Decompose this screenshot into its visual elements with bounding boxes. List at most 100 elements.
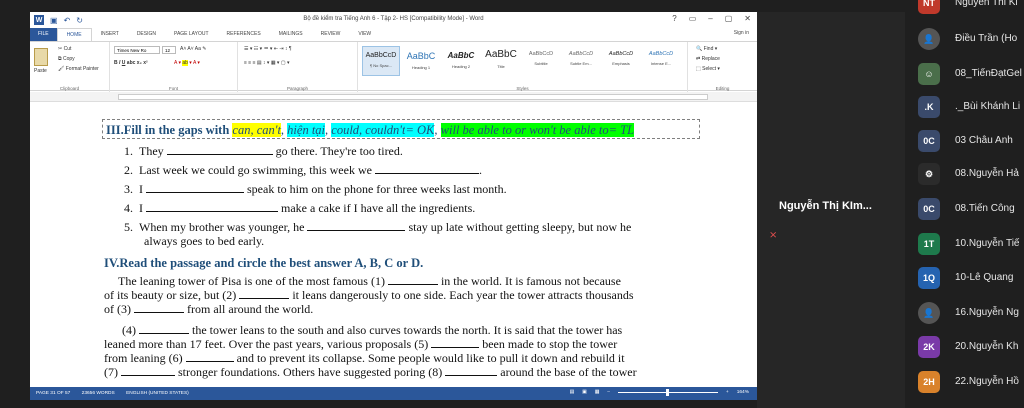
participant-item[interactable]: NT Nguyen Thi Ki — [905, 0, 1024, 20]
participant-item[interactable]: 👤 16.Nguyễn Ng — [905, 294, 1024, 330]
replace-button[interactable]: ⇄ Replace — [696, 56, 720, 62]
minimize-icon[interactable]: – — [708, 14, 712, 23]
participant-name: 20.Nguyễn Kh — [955, 341, 1019, 352]
speaker-tile[interactable]: Nguyễn Thị KIm... ⨯ — [757, 12, 905, 408]
participant-item[interactable]: ⚙ 08.Nguyễn Hả — [905, 155, 1024, 191]
answer-blank[interactable] — [185, 352, 234, 362]
participant-avatar: 2H — [918, 371, 940, 393]
answer-blank[interactable] — [166, 145, 273, 155]
participant-item[interactable]: 👤 Điều Trần (Ho — [905, 20, 1024, 56]
participant-name: 03 Châu Anh — [955, 135, 1013, 146]
exercise-item-3: 3. I speak to him on the phone for three… — [124, 182, 507, 196]
copy-button[interactable]: ⧉ Copy — [58, 56, 75, 62]
document-area[interactable]: III.Fill in the gaps with can, can't, hi… — [30, 103, 757, 387]
highlight-ok: OK — [417, 123, 435, 137]
participant-item[interactable]: 1T 10.Nguyễn Tiế — [905, 225, 1024, 261]
section-4-heading: IV.Read the passage and circle the best … — [104, 256, 424, 270]
paste-button[interactable]: Paste — [34, 68, 47, 74]
participant-avatar: ⚙ — [918, 163, 940, 185]
read-mode-icon[interactable]: ▤ — [570, 390, 575, 395]
web-layout-icon[interactable]: ▦ — [595, 390, 600, 395]
help-icon[interactable]: ? — [672, 14, 676, 23]
participant-avatar: ☺ — [918, 63, 940, 85]
style-subtitle[interactable]: AaBbCcD Subtitle — [522, 46, 560, 76]
print-layout-icon[interactable]: ▣ — [582, 390, 587, 395]
find-button[interactable]: 🔍 Find ▾ — [696, 46, 717, 52]
horizontal-ruler[interactable] — [30, 92, 757, 102]
answer-blank[interactable] — [307, 221, 406, 231]
tab-page-layout[interactable]: PAGE LAYOUT — [165, 28, 218, 41]
window-controls: ? ▭ – ▢ ✕ — [672, 14, 751, 23]
answer-blank[interactable] — [239, 289, 290, 299]
language[interactable]: ENGLISH (UNITED STATES) — [126, 391, 189, 396]
alignment-buttons[interactable]: ≡ ≡ ≡ ▤ ↕ ▾ ▦ ▾ ▢ ▾ — [244, 60, 289, 66]
participant-avatar: 👤 — [918, 28, 940, 50]
word-count[interactable]: 23656 WORDS — [82, 391, 115, 396]
font-name-select[interactable]: Times New Ro — [114, 46, 160, 54]
editing-group: 🔍 Find ▾ ⇄ Replace ⬚ Select ▾ Editing — [688, 42, 757, 92]
zoom-level[interactable]: 164% — [737, 390, 749, 395]
tab-file[interactable]: FILE — [30, 28, 57, 41]
participant-item[interactable]: 2H 22.Nguyễn Hồ — [905, 363, 1024, 399]
tab-mailings[interactable]: MAILINGS — [270, 28, 312, 41]
format-painter-button[interactable]: 🖌 Format Painter — [58, 66, 99, 72]
highlight-will-be-able: will be able to or won't be able to — [440, 123, 609, 137]
page-count[interactable]: PAGE 31 OF 57 — [36, 391, 70, 396]
paste-icon[interactable] — [34, 48, 48, 66]
highlight-tl: TL — [620, 123, 635, 137]
font-group: Times New Ro 12 A˄ A˅ Aa ✎ B I U abc x₂ … — [110, 42, 238, 92]
style-no-spacing[interactable]: AaBbCcD ¶ No Spac... — [362, 46, 400, 76]
answer-blank[interactable] — [146, 183, 244, 193]
highlight-could: could, couldn't — [331, 123, 406, 137]
font-size-select[interactable]: 12 — [162, 46, 176, 54]
style-intense-emphasis[interactable]: AaBbCcD Intense E... — [642, 46, 680, 76]
style-emphasis[interactable]: AaBbCcD Emphasis — [602, 46, 640, 76]
answer-blank[interactable] — [139, 324, 189, 334]
close-icon[interactable]: ✕ — [744, 14, 751, 23]
participant-item[interactable]: 2K 20.Nguyễn Kh — [905, 328, 1024, 364]
exercise-item-2: 2. Last week we could go swimming, this … — [124, 163, 482, 177]
tab-references[interactable]: REFERENCES — [218, 28, 270, 41]
participant-item[interactable]: .K ._Bùi Khánh Li — [905, 88, 1024, 124]
participant-avatar: NT — [918, 0, 940, 14]
font-format-buttons[interactable]: B I U abc x₂ x² — [114, 60, 148, 66]
answer-blank[interactable] — [134, 303, 184, 313]
style-heading-1[interactable]: AaBbC Heading 1 — [402, 46, 440, 76]
answer-blank[interactable] — [121, 366, 175, 376]
tab-home[interactable]: HOME — [56, 28, 92, 41]
cut-button[interactable]: ✂ Cut — [58, 46, 71, 52]
zoom-slider[interactable] — [617, 389, 718, 396]
zoom-in-icon[interactable]: + — [726, 390, 729, 395]
answer-blank[interactable] — [374, 164, 479, 174]
sign-in-link[interactable]: Sign in — [734, 30, 749, 36]
zoom-out-icon[interactable]: – — [607, 390, 610, 395]
participant-avatar: 2K — [918, 336, 940, 358]
participant-list: NT Nguyen Thi Ki 👤 Điều Trần (Ho ☺ 08_Ti… — [905, 0, 1024, 408]
participant-item[interactable]: 1Q 10-Lê Quang — [905, 259, 1024, 295]
list-buttons[interactable]: ☰ ▾ ☷ ▾ ≔ ▾ ⇤ ⇥ ↕ ¶ — [244, 46, 292, 52]
participant-name: 22.Nguyễn Hồ — [955, 376, 1019, 387]
tab-view[interactable]: VIEW — [349, 28, 380, 41]
tab-review[interactable]: REVIEW — [312, 28, 350, 41]
font-size-buttons[interactable]: A˄ A˅ Aa ✎ — [180, 46, 206, 52]
select-button[interactable]: ⬚ Select ▾ — [696, 66, 720, 72]
participant-item[interactable]: 0C 08.Tiến Công — [905, 190, 1024, 226]
participant-item[interactable]: 0C 03 Châu Anh — [905, 122, 1024, 158]
style-subtle-emphasis[interactable]: AaBbCcD Subtle Em... — [562, 46, 600, 76]
answer-blank[interactable] — [387, 275, 438, 285]
maximize-icon[interactable]: ▢ — [725, 14, 733, 23]
tab-design[interactable]: DESIGN — [128, 28, 165, 41]
answer-blank[interactable] — [431, 338, 480, 348]
style-title[interactable]: AaBbC Title — [482, 46, 520, 76]
style-heading-2[interactable]: AaBbC Heading 2 — [442, 46, 480, 76]
participant-item[interactable]: ☺ 08_TiếnĐạtGel — [905, 55, 1024, 91]
font-color-button[interactable]: A ▾ ab ▾ A ▾ — [174, 60, 200, 66]
answer-blank[interactable] — [445, 366, 498, 376]
participant-name: 08.Tiến Công — [955, 203, 1015, 214]
ribbon-options-icon[interactable]: ▭ — [689, 14, 697, 23]
answer-blank[interactable] — [146, 202, 278, 212]
zoom-thumb[interactable] — [665, 389, 669, 396]
participant-avatar: 0C — [918, 198, 940, 220]
participant-name: 16.Nguyễn Ng — [955, 307, 1019, 318]
tab-insert[interactable]: INSERT — [92, 28, 128, 41]
